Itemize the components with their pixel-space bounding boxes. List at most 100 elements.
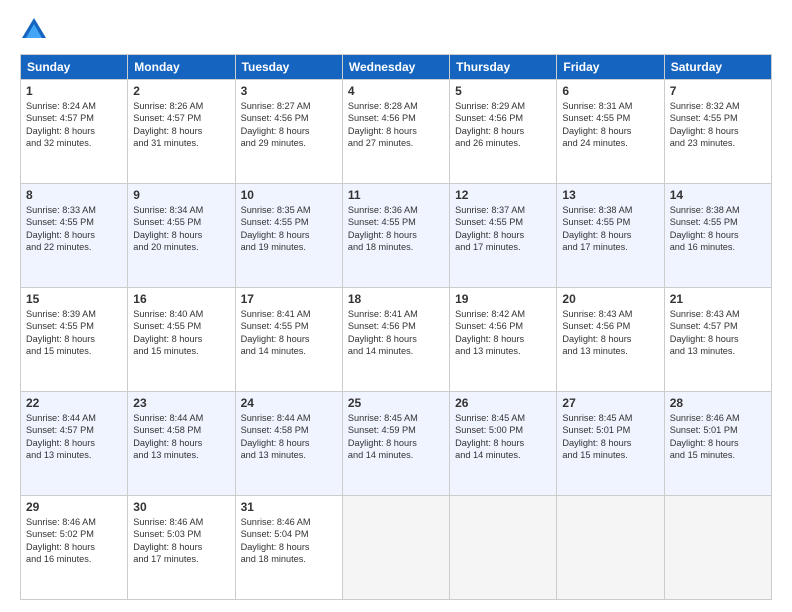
calendar-cell: 5 Sunrise: 8:29 AMSunset: 4:56 PMDaylight… bbox=[450, 80, 557, 184]
day-number: 10 bbox=[241, 188, 337, 202]
day-of-week-header: Thursday bbox=[450, 55, 557, 80]
day-number: 11 bbox=[348, 188, 444, 202]
calendar-cell: 17 Sunrise: 8:41 AMSunset: 4:55 PMDayligh… bbox=[235, 288, 342, 392]
cell-info: Sunrise: 8:42 AMSunset: 4:56 PMDaylight:… bbox=[455, 308, 551, 358]
day-number: 8 bbox=[26, 188, 122, 202]
cell-info: Sunrise: 8:34 AMSunset: 4:55 PMDaylight:… bbox=[133, 204, 229, 254]
calendar: SundayMondayTuesdayWednesdayThursdayFrid… bbox=[20, 54, 772, 600]
logo-icon bbox=[20, 16, 48, 44]
cell-info: Sunrise: 8:27 AMSunset: 4:56 PMDaylight:… bbox=[241, 100, 337, 150]
calendar-cell: 18Sunrise: 8:41 AMSunset: 4:56 PMDayligh… bbox=[342, 288, 449, 392]
cell-info: Sunrise: 8:46 AMSunset: 5:02 PMDaylight:… bbox=[26, 516, 122, 566]
day-number: 31 bbox=[241, 500, 337, 514]
cell-info: Sunrise: 8:44 AMSunset: 4:58 PMDaylight:… bbox=[133, 412, 229, 462]
day-number: 1 bbox=[26, 84, 122, 98]
cell-info: Sunrise: 8:29 AMSunset: 4:56 PMDaylight:… bbox=[455, 100, 551, 150]
calendar-cell bbox=[342, 496, 449, 600]
day-number: 14 bbox=[670, 188, 766, 202]
calendar-cell bbox=[664, 496, 771, 600]
calendar-cell: 4 Sunrise: 8:28 AMSunset: 4:56 PMDaylight… bbox=[342, 80, 449, 184]
day-of-week-header: Tuesday bbox=[235, 55, 342, 80]
calendar-cell: 29 Sunrise: 8:46 AMSunset: 5:02 PMDayligh… bbox=[21, 496, 128, 600]
calendar-week-row: 8 Sunrise: 8:33 AMSunset: 4:55 PMDaylight… bbox=[21, 184, 772, 288]
day-of-week-header: Sunday bbox=[21, 55, 128, 80]
calendar-cell: 12Sunrise: 8:37 AMSunset: 4:55 PMDayligh… bbox=[450, 184, 557, 288]
cell-info: Sunrise: 8:35 AMSunset: 4:55 PMDaylight:… bbox=[241, 204, 337, 254]
cell-info: Sunrise: 8:24 AMSunset: 4:57 PMDaylight:… bbox=[26, 100, 122, 150]
calendar-cell bbox=[450, 496, 557, 600]
cell-info: Sunrise: 8:43 AMSunset: 4:56 PMDaylight:… bbox=[562, 308, 658, 358]
cell-info: Sunrise: 8:28 AMSunset: 4:56 PMDaylight:… bbox=[348, 100, 444, 150]
calendar-cell: 22 Sunrise: 8:44 AMSunset: 4:57 PMDayligh… bbox=[21, 392, 128, 496]
calendar-cell: 23 Sunrise: 8:44 AMSunset: 4:58 PMDayligh… bbox=[128, 392, 235, 496]
day-number: 13 bbox=[562, 188, 658, 202]
calendar-cell: 11Sunrise: 8:36 AMSunset: 4:55 PMDayligh… bbox=[342, 184, 449, 288]
day-number: 9 bbox=[133, 188, 229, 202]
cell-info: Sunrise: 8:40 AMSunset: 4:55 PMDaylight:… bbox=[133, 308, 229, 358]
calendar-cell: 24Sunrise: 8:44 AMSunset: 4:58 PMDayligh… bbox=[235, 392, 342, 496]
calendar-cell: 6Sunrise: 8:31 AMSunset: 4:55 PMDaylight… bbox=[557, 80, 664, 184]
cell-info: Sunrise: 8:33 AMSunset: 4:55 PMDaylight:… bbox=[26, 204, 122, 254]
cell-info: Sunrise: 8:44 AMSunset: 4:58 PMDaylight:… bbox=[241, 412, 337, 462]
calendar-cell: 2 Sunrise: 8:26 AMSunset: 4:57 PMDaylight… bbox=[128, 80, 235, 184]
cell-info: Sunrise: 8:41 AMSunset: 4:55 PMDaylight:… bbox=[241, 308, 337, 358]
cell-info: Sunrise: 8:45 AMSunset: 5:00 PMDaylight:… bbox=[455, 412, 551, 462]
cell-info: Sunrise: 8:46 AMSunset: 5:01 PMDaylight:… bbox=[670, 412, 766, 462]
day-number: 5 bbox=[455, 84, 551, 98]
calendar-week-row: 22 Sunrise: 8:44 AMSunset: 4:57 PMDayligh… bbox=[21, 392, 772, 496]
calendar-header-row: SundayMondayTuesdayWednesdayThursdayFrid… bbox=[21, 55, 772, 80]
cell-info: Sunrise: 8:31 AMSunset: 4:55 PMDaylight:… bbox=[562, 100, 658, 150]
page: SundayMondayTuesdayWednesdayThursdayFrid… bbox=[0, 0, 792, 612]
calendar-cell: 13Sunrise: 8:38 AMSunset: 4:55 PMDayligh… bbox=[557, 184, 664, 288]
day-number: 16 bbox=[133, 292, 229, 306]
logo bbox=[20, 16, 52, 44]
calendar-cell: 14 Sunrise: 8:38 AMSunset: 4:55 PMDayligh… bbox=[664, 184, 771, 288]
day-number: 28 bbox=[670, 396, 766, 410]
calendar-cell: 31 Sunrise: 8:46 AMSunset: 5:04 PMDayligh… bbox=[235, 496, 342, 600]
day-number: 15 bbox=[26, 292, 122, 306]
calendar-cell: 10 Sunrise: 8:35 AMSunset: 4:55 PMDayligh… bbox=[235, 184, 342, 288]
day-number: 2 bbox=[133, 84, 229, 98]
cell-info: Sunrise: 8:45 AMSunset: 4:59 PMDaylight:… bbox=[348, 412, 444, 462]
cell-info: Sunrise: 8:43 AMSunset: 4:57 PMDaylight:… bbox=[670, 308, 766, 358]
day-number: 7 bbox=[670, 84, 766, 98]
calendar-week-row: 15 Sunrise: 8:39 AMSunset: 4:55 PMDayligh… bbox=[21, 288, 772, 392]
calendar-cell: 3 Sunrise: 8:27 AMSunset: 4:56 PMDaylight… bbox=[235, 80, 342, 184]
cell-info: Sunrise: 8:46 AMSunset: 5:04 PMDaylight:… bbox=[241, 516, 337, 566]
day-of-week-header: Saturday bbox=[664, 55, 771, 80]
cell-info: Sunrise: 8:46 AMSunset: 5:03 PMDaylight:… bbox=[133, 516, 229, 566]
cell-info: Sunrise: 8:38 AMSunset: 4:55 PMDaylight:… bbox=[670, 204, 766, 254]
calendar-cell: 21Sunrise: 8:43 AMSunset: 4:57 PMDayligh… bbox=[664, 288, 771, 392]
cell-info: Sunrise: 8:45 AMSunset: 5:01 PMDaylight:… bbox=[562, 412, 658, 462]
day-number: 19 bbox=[455, 292, 551, 306]
calendar-cell: 16 Sunrise: 8:40 AMSunset: 4:55 PMDayligh… bbox=[128, 288, 235, 392]
calendar-cell: 7 Sunrise: 8:32 AMSunset: 4:55 PMDaylight… bbox=[664, 80, 771, 184]
calendar-cell: 28 Sunrise: 8:46 AMSunset: 5:01 PMDayligh… bbox=[664, 392, 771, 496]
day-number: 30 bbox=[133, 500, 229, 514]
day-number: 23 bbox=[133, 396, 229, 410]
day-number: 26 bbox=[455, 396, 551, 410]
day-number: 22 bbox=[26, 396, 122, 410]
calendar-cell: 25 Sunrise: 8:45 AMSunset: 4:59 PMDayligh… bbox=[342, 392, 449, 496]
calendar-cell: 8 Sunrise: 8:33 AMSunset: 4:55 PMDaylight… bbox=[21, 184, 128, 288]
cell-info: Sunrise: 8:44 AMSunset: 4:57 PMDaylight:… bbox=[26, 412, 122, 462]
day-number: 12 bbox=[455, 188, 551, 202]
cell-info: Sunrise: 8:32 AMSunset: 4:55 PMDaylight:… bbox=[670, 100, 766, 150]
day-number: 17 bbox=[241, 292, 337, 306]
day-of-week-header: Friday bbox=[557, 55, 664, 80]
day-number: 3 bbox=[241, 84, 337, 98]
calendar-cell: 20 Sunrise: 8:43 AMSunset: 4:56 PMDayligh… bbox=[557, 288, 664, 392]
cell-info: Sunrise: 8:41 AMSunset: 4:56 PMDaylight:… bbox=[348, 308, 444, 358]
day-number: 20 bbox=[562, 292, 658, 306]
day-number: 4 bbox=[348, 84, 444, 98]
header bbox=[20, 16, 772, 44]
calendar-cell: 1 Sunrise: 8:24 AMSunset: 4:57 PMDaylight… bbox=[21, 80, 128, 184]
day-of-week-header: Wednesday bbox=[342, 55, 449, 80]
cell-info: Sunrise: 8:26 AMSunset: 4:57 PMDaylight:… bbox=[133, 100, 229, 150]
day-number: 29 bbox=[26, 500, 122, 514]
calendar-cell: 15 Sunrise: 8:39 AMSunset: 4:55 PMDayligh… bbox=[21, 288, 128, 392]
cell-info: Sunrise: 8:39 AMSunset: 4:55 PMDaylight:… bbox=[26, 308, 122, 358]
calendar-cell: 30 Sunrise: 8:46 AMSunset: 5:03 PMDayligh… bbox=[128, 496, 235, 600]
day-number: 25 bbox=[348, 396, 444, 410]
calendar-week-row: 29 Sunrise: 8:46 AMSunset: 5:02 PMDayligh… bbox=[21, 496, 772, 600]
